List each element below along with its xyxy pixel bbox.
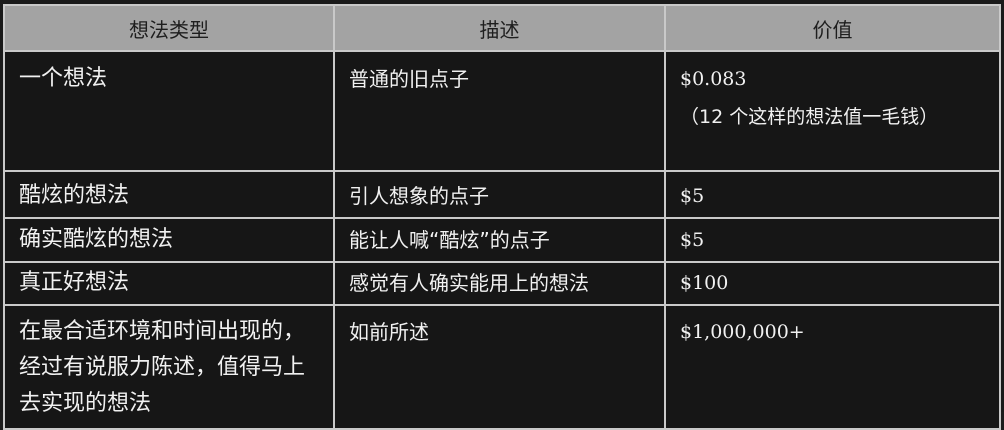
header-row: 想法类型 描述 价值	[3, 4, 1001, 52]
cell-description: 引人想象的点子	[333, 170, 666, 219]
cell-value: $0.083 （12 个这样的想法值一毛钱）	[664, 50, 1001, 172]
cell-idea-type: 酷炫的想法	[3, 170, 335, 219]
cell-idea-type: 一个想法	[3, 50, 335, 172]
document-page: 想法类型 描述 价值 一个想法 普通的旧点子 $0.083 （12 个这样的想法…	[0, 0, 1004, 430]
cell-value: $100	[664, 261, 1001, 306]
cell-description: 能让人喊“酷炫”的点子	[333, 217, 666, 263]
cell-value: $5	[664, 217, 1001, 263]
header-idea-type: 想法类型	[3, 4, 335, 52]
value-amount: $0.083	[680, 68, 747, 90]
header-value: 价值	[664, 4, 1001, 52]
cell-description: 如前所述	[333, 304, 666, 430]
cell-value: $5	[664, 170, 1001, 219]
cell-description: 普通的旧点子	[333, 50, 666, 172]
table-row: 确实酷炫的想法 能让人喊“酷炫”的点子 $5	[3, 217, 1001, 263]
header-description: 描述	[333, 4, 666, 52]
table-body: 一个想法 普通的旧点子 $0.083 （12 个这样的想法值一毛钱） 酷炫的想法…	[3, 50, 1001, 430]
cell-value: $1,000,000+	[664, 304, 1001, 430]
table-row: 在最合适环境和时间出现的，经过有说服力陈述，值得马上去实现的想法 如前所述 $1…	[3, 304, 1001, 430]
table-header: 想法类型 描述 价值	[3, 4, 1001, 52]
cell-description: 感觉有人确实能用上的想法	[333, 261, 666, 306]
value-note: （12 个这样的想法值一毛钱）	[680, 106, 939, 128]
table-row: 一个想法 普通的旧点子 $0.083 （12 个这样的想法值一毛钱）	[3, 50, 1001, 172]
cell-idea-type: 真正好想法	[3, 261, 335, 306]
table-row: 酷炫的想法 引人想象的点子 $5	[3, 170, 1001, 219]
cell-idea-type: 在最合适环境和时间出现的，经过有说服力陈述，值得马上去实现的想法	[3, 304, 335, 430]
table-row: 真正好想法 感觉有人确实能用上的想法 $100	[3, 261, 1001, 306]
cell-idea-type: 确实酷炫的想法	[3, 217, 335, 263]
idea-value-table: 想法类型 描述 价值 一个想法 普通的旧点子 $0.083 （12 个这样的想法…	[3, 4, 1001, 430]
